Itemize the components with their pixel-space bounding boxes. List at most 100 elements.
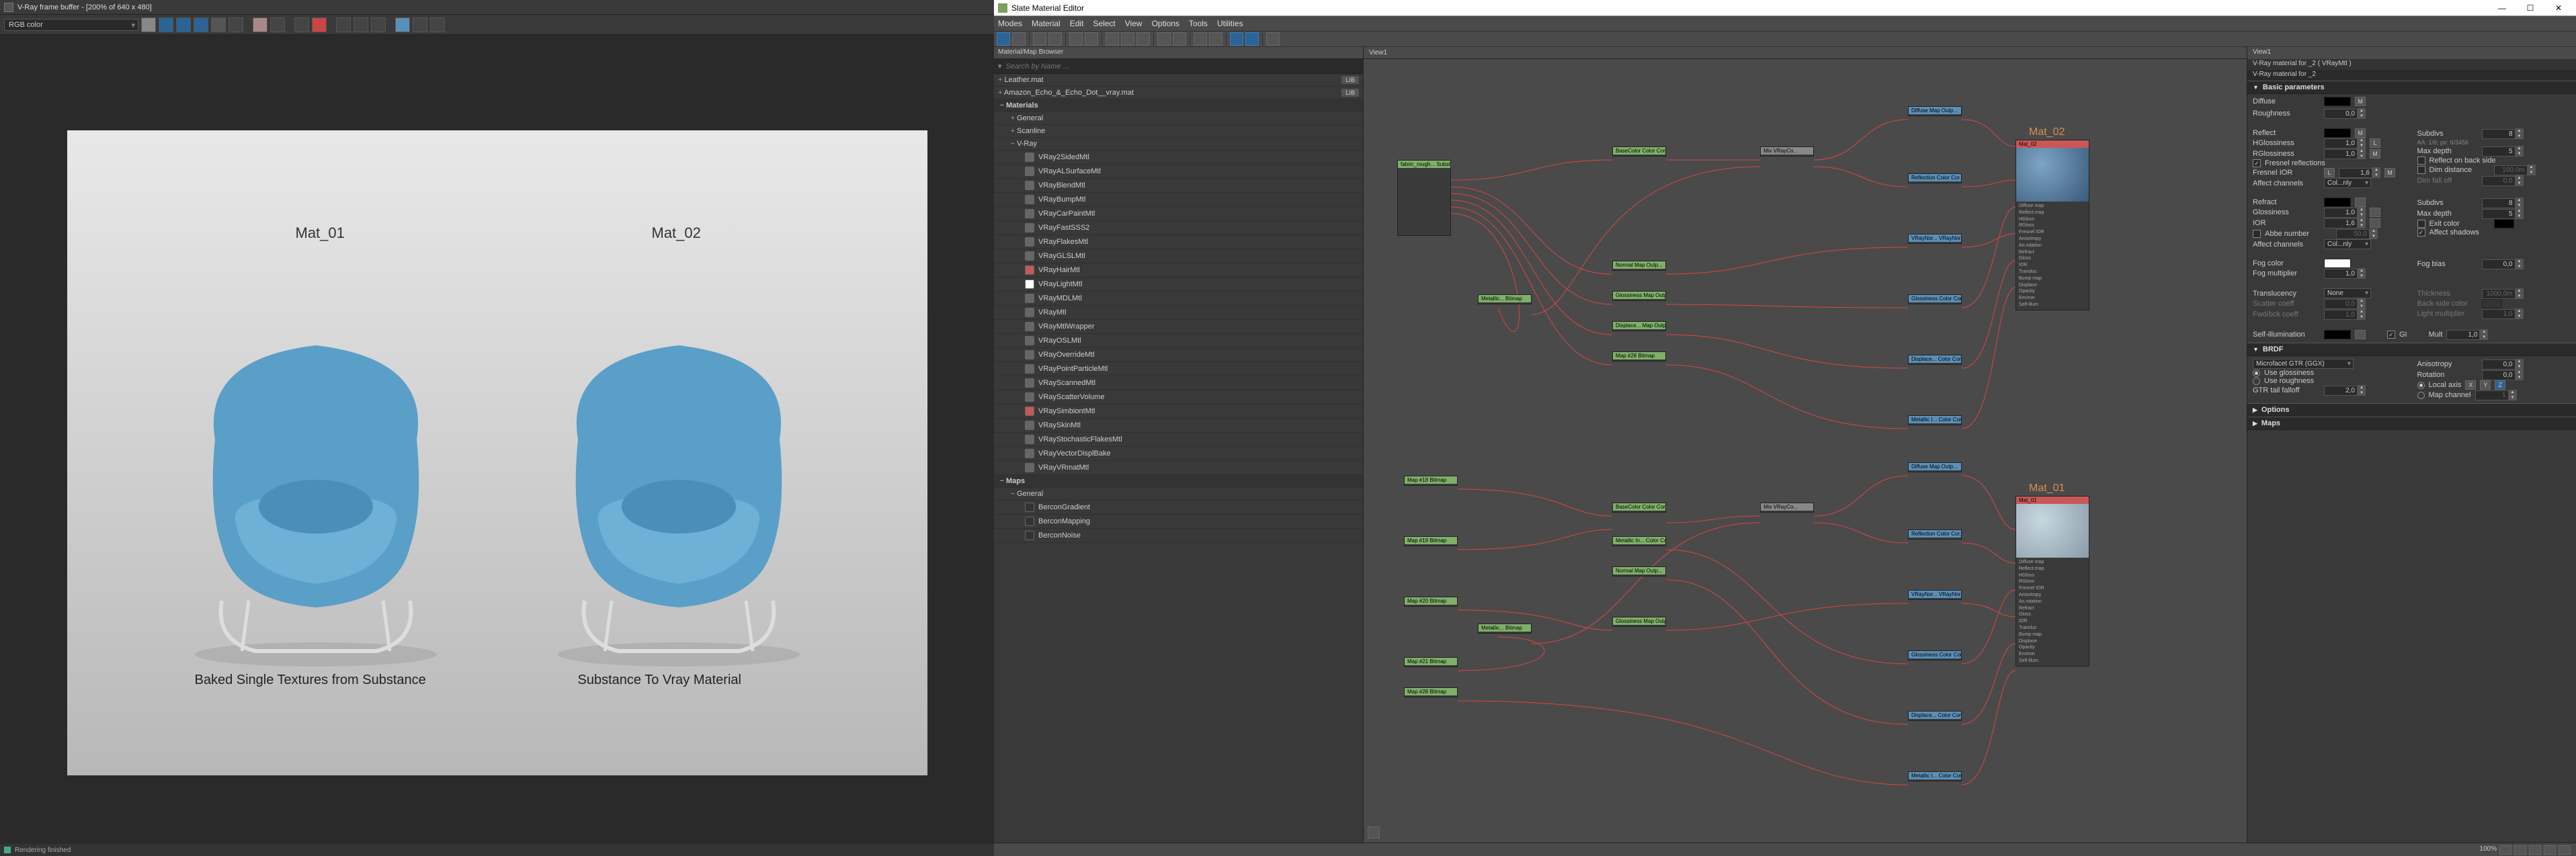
channel-r-btn[interactable] <box>159 17 173 32</box>
node-disp-cc[interactable]: Displace... Color Cor... <box>1908 355 1962 365</box>
gi-cb[interactable]: ✓ <box>2387 331 2395 339</box>
node-basecolor[interactable]: BaseColor Color Cor... <box>1612 146 1666 157</box>
node-map19[interactable]: Map #19 Bitmap <box>1404 536 1458 546</box>
maxdepth2-input[interactable] <box>2482 209 2516 219</box>
gloss-map-btn[interactable] <box>2370 208 2380 217</box>
lib-leather[interactable]: + Leather.mat LIB <box>994 74 1363 87</box>
region-btn[interactable] <box>354 17 368 32</box>
material-item[interactable]: VRayVRmatMtl <box>994 461 1363 475</box>
output-slot[interactable]: Opacity <box>2019 288 2086 295</box>
menu-options[interactable]: Options <box>1152 19 1179 28</box>
graph-tab[interactable]: View1 <box>1364 47 2247 59</box>
section-maps[interactable]: ▶Maps <box>2247 417 2576 430</box>
map-item[interactable]: BerconGradient <box>994 501 1363 515</box>
reflect-back-cb[interactable] <box>2417 157 2425 165</box>
output-slot[interactable]: An.rotation <box>2019 599 2086 605</box>
node-map21[interactable]: Map #21 Bitmap <box>1404 657 1458 667</box>
show-end-btn[interactable] <box>1136 32 1150 46</box>
select-tool[interactable] <box>997 32 1010 46</box>
dim-dist-cb[interactable] <box>2417 166 2425 174</box>
selfmult-input[interactable] <box>2446 330 2480 340</box>
axis-y[interactable]: Y <box>2480 380 2491 390</box>
maximize-button[interactable]: ☐ <box>2517 1 2544 15</box>
navigator-btn[interactable] <box>1266 32 1280 46</box>
output-slot[interactable]: Transluc <box>2019 269 2086 275</box>
channel-b-btn[interactable] <box>194 17 208 32</box>
refract-map-btn[interactable] <box>2355 198 2366 207</box>
hide-unused-btn[interactable] <box>1106 32 1119 46</box>
local-axis-radio[interactable] <box>2417 382 2425 389</box>
lib-amazon-echo[interactable]: + Amazon_Echo_&_Echo_Dot__vray.mat LIB <box>994 87 1363 99</box>
node-mat01-output[interactable]: Mat_01 Diffuse mapReflect.mapHGlossRGlos… <box>2016 496 2089 667</box>
channel-g-btn[interactable] <box>176 17 191 32</box>
output-slot[interactable]: Reflect.map <box>2019 210 2086 216</box>
output-slot[interactable]: Displace <box>2019 638 2086 645</box>
lens-fx-btn[interactable] <box>395 17 410 32</box>
node-met-inv2[interactable]: Metallic I... Color Cor... <box>1908 771 1962 781</box>
graph-navigator-icon[interactable] <box>1368 826 1380 839</box>
node-diffuse-out[interactable]: Diffuse Map Outp... <box>1908 106 1962 116</box>
ior-map-btn[interactable] <box>2370 218 2380 228</box>
subdivs2-input[interactable] <box>2482 198 2516 208</box>
rgloss-map-btn[interactable]: M <box>2370 149 2380 159</box>
node-map18[interactable]: Map #18 Bitmap <box>1404 476 1458 486</box>
menu-material[interactable]: Material <box>1032 19 1061 28</box>
output-slot[interactable]: Bump map <box>2019 275 2086 282</box>
exit-color-cb[interactable] <box>2417 220 2425 228</box>
delete-btn[interactable] <box>1069 32 1083 46</box>
material-item[interactable]: VRayBlendMtl <box>994 179 1363 193</box>
output-slot[interactable]: Anisotropy <box>2019 236 2086 243</box>
menu-edit[interactable]: Edit <box>1070 19 1084 28</box>
output-slot[interactable]: HGloss <box>2019 572 2086 579</box>
mono-btn[interactable] <box>228 17 243 32</box>
output-slot[interactable]: Environ <box>2019 295 2086 302</box>
map-item[interactable]: BerconMapping <box>994 515 1363 529</box>
brdf-type-dd[interactable]: Microfacet GTR (GGX) <box>2253 359 2354 369</box>
section-maps-general[interactable]: − General <box>994 488 1363 501</box>
fog-color[interactable] <box>2324 259 2351 268</box>
material-item[interactable]: VRayMtlWrapper <box>994 320 1363 334</box>
section-options[interactable]: ▶Options <box>2247 403 2576 417</box>
thickness-input[interactable] <box>2482 289 2516 299</box>
output-slot[interactable]: Diffuse map <box>2019 203 2086 210</box>
output-slot[interactable]: IOR <box>2019 618 2086 625</box>
zoom-extents-icon[interactable] <box>2544 845 2556 855</box>
layout-children-btn[interactable] <box>1173 32 1186 46</box>
diffuse-color[interactable] <box>2324 97 2351 106</box>
output-slot[interactable]: Opacity <box>2019 644 2086 651</box>
menu-tools[interactable]: Tools <box>1189 19 1208 28</box>
affect-ch-dd[interactable]: Col...nly <box>2324 178 2371 188</box>
output-slot[interactable]: An.rotation <box>2019 243 2086 249</box>
param-tab[interactable]: View1 <box>2247 47 2576 59</box>
pick-tool[interactable] <box>1012 32 1026 46</box>
section-brdf[interactable]: ▼BRDF <box>2247 343 2576 356</box>
fresnel-map-btn[interactable]: M <box>2384 168 2395 177</box>
selfillum-color[interactable] <box>2324 330 2351 339</box>
material-item[interactable]: VRayCarPaintMtl <box>994 207 1363 221</box>
clear-btn[interactable] <box>294 17 309 32</box>
hgloss-lock[interactable]: L <box>2370 138 2380 148</box>
node-mat02-output[interactable]: Mat_02 Diffuse mapReflect.mapHGlossRGlos… <box>2016 140 2089 310</box>
copy-btn[interactable] <box>312 17 327 32</box>
reflect-map-btn[interactable]: M <box>2355 128 2366 138</box>
output-slot[interactable]: Bump map <box>2019 632 2086 638</box>
axis-z[interactable]: Z <box>2495 380 2505 390</box>
node-gloss[interactable]: Glossiness Map Outp... <box>1612 291 1666 301</box>
node-nb2[interactable]: VRayNor... VRayNor... <box>1908 590 1962 600</box>
menu-modes[interactable]: Modes <box>998 19 1022 28</box>
backside-color[interactable] <box>2482 299 2502 308</box>
affect-shadows-cb[interactable]: ✓ <box>2417 228 2425 237</box>
assign-mat-btn[interactable] <box>1033 32 1046 46</box>
fwdbck-input[interactable] <box>2324 310 2358 320</box>
material-item[interactable]: VRayScatterVolume <box>994 390 1363 404</box>
output-slot[interactable]: RGloss <box>2019 222 2086 229</box>
fog-bias-input[interactable] <box>2482 259 2516 269</box>
abbe-cb[interactable] <box>2253 230 2261 238</box>
mat-editor-btn[interactable] <box>1194 32 1207 46</box>
node-met-inv[interactable]: Metallic I... Color Cor... <box>1908 415 1962 425</box>
rotation-input[interactable] <box>2482 370 2516 380</box>
node-disp-cc2[interactable]: Displace... Color Cor... <box>1908 711 1962 721</box>
node-metallic2[interactable]: Metallic... Bitmap <box>1478 624 1532 634</box>
output-slot[interactable]: Anisotropy <box>2019 592 2086 599</box>
mapch-input[interactable] <box>2475 390 2509 400</box>
